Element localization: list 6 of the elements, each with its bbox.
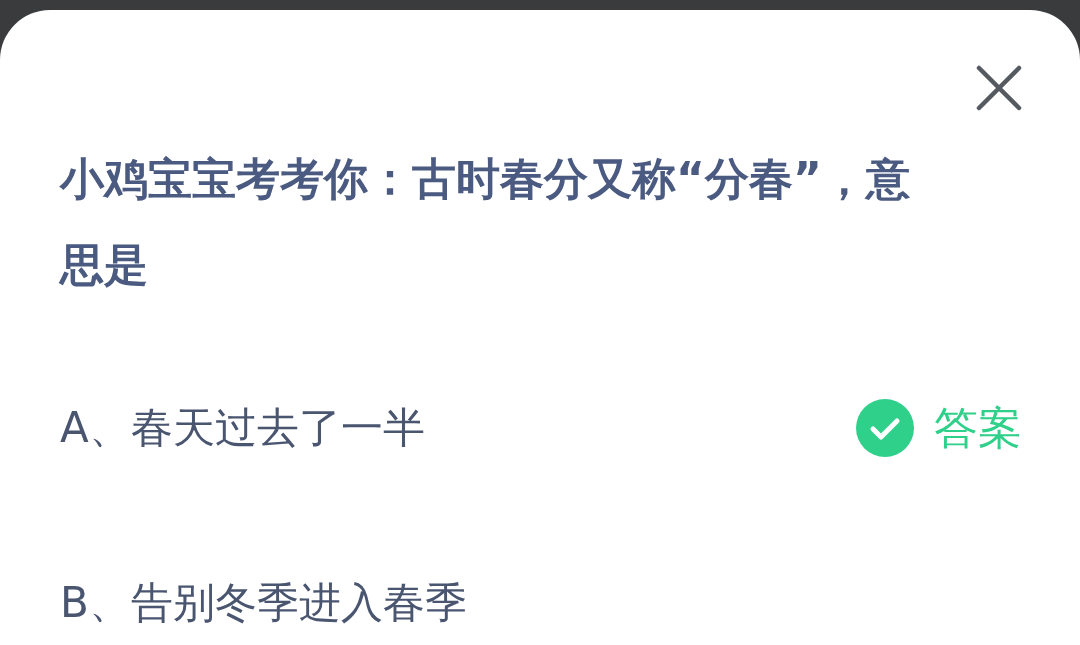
option-text[interactable]: A、春天过去了一半 [60,400,425,456]
option-text[interactable]: B、告别冬季进入春季 [60,575,467,631]
question-text: 小鸡宝宝考考你：古时春分又称“分春”，意思是 [60,152,911,292]
check-icon [856,399,914,457]
close-icon[interactable] [976,65,1022,111]
answer-label: 答案 [934,400,1022,455]
